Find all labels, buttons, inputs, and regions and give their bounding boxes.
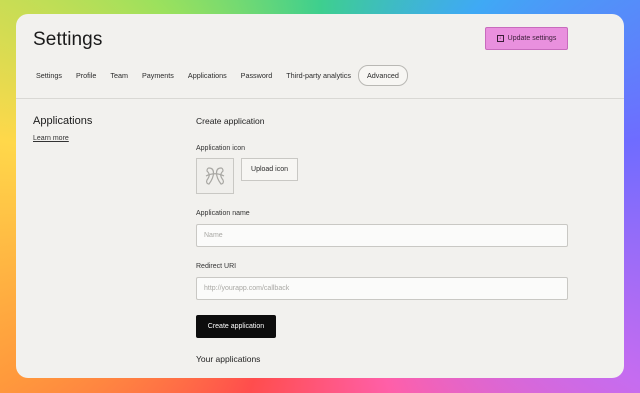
update-settings-button[interactable]: ↓ Update settings — [485, 27, 568, 50]
save-icon: ↓ — [496, 35, 504, 42]
application-icon-preview — [196, 158, 234, 194]
application-name-label: Application name — [196, 210, 250, 217]
learn-more-link[interactable]: Learn more — [33, 135, 69, 142]
update-settings-label: Update settings — [507, 35, 557, 42]
settings-header: Settings ↓ Update settings Settings Prof… — [16, 14, 624, 99]
tab-third-party-analytics[interactable]: Third-party analytics — [279, 65, 358, 86]
application-name-input[interactable]: Name — [196, 224, 568, 247]
tab-profile[interactable]: Profile — [69, 65, 103, 86]
redirect-uri-label: Redirect URI — [196, 263, 237, 270]
tab-payments[interactable]: Payments — [135, 65, 181, 86]
tab-settings[interactable]: Settings — [29, 65, 69, 86]
redirect-uri-input[interactable]: http://yourapp.com/callback — [196, 277, 568, 300]
page-title: Settings — [33, 29, 103, 50]
settings-tabs: Settings Profile Team Payments Applicati… — [29, 65, 408, 86]
your-applications-heading: Your applications — [196, 354, 261, 364]
section-title: Applications — [33, 115, 93, 127]
settings-card: Settings ↓ Update settings Settings Prof… — [16, 14, 624, 378]
tab-password[interactable]: Password — [234, 65, 280, 86]
create-application-heading: Create application — [196, 116, 265, 126]
tab-team[interactable]: Team — [103, 65, 135, 86]
tab-advanced[interactable]: Advanced — [357, 65, 408, 86]
application-icon-label: Application icon — [196, 145, 246, 152]
tab-applications[interactable]: Applications — [181, 65, 234, 86]
create-application-button[interactable]: Create application — [196, 315, 276, 338]
upload-icon-button[interactable]: Upload icon — [241, 158, 298, 181]
placeholder-app-icon — [205, 167, 225, 185]
